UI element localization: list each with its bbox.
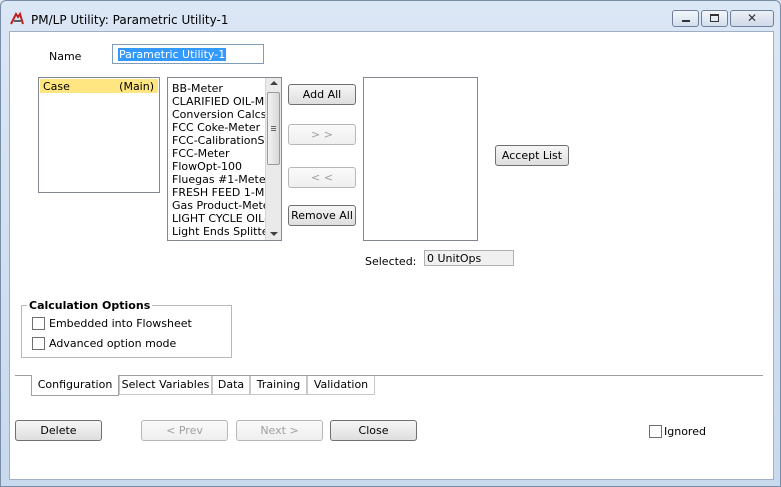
tab-select-variables-label: Select Variables [121,378,210,391]
case-label: Case [43,80,70,93]
tab-training-label: Training [256,378,301,391]
next-button[interactable]: Next > [236,420,323,441]
available-list-item[interactable]: Light Ends Splitter [168,225,265,238]
case-list-item-main[interactable]: Case (Main) [40,79,158,93]
case-list[interactable]: Case (Main) [38,77,160,193]
ignored-label: Ignored [664,425,706,438]
minimize-button[interactable] [672,10,699,27]
app-logo-icon [9,11,25,25]
available-list-item[interactable]: CLARIFIED OIL-Meter [168,95,265,108]
window-title: PM/LP Utility: Parametric Utility-1 [31,13,229,27]
accept-list-button[interactable]: Accept List [495,145,569,166]
close-button[interactable]: Close [330,420,417,441]
calculation-options-group [21,305,232,358]
close-window-button[interactable]: ✕ [730,10,774,27]
tab-configuration-label: Configuration [37,378,113,391]
add-all-button[interactable]: Add All [288,84,356,105]
title-bar[interactable]: PM/LP Utility: Parametric Utility-1 ✕ [1,1,780,31]
selected-unitops-list[interactable] [363,77,478,241]
embedded-checkbox[interactable] [32,317,45,330]
tab-data[interactable]: Data [212,376,250,395]
selected-count-field: 0 UnitOps [424,250,514,266]
selected-label: Selected: [365,255,417,268]
embedded-label: Embedded into Flowsheet [49,317,192,330]
tab-select-variables[interactable]: Select Variables [119,376,212,395]
remove-selected-button[interactable]: < < [288,167,356,188]
tab-validation[interactable]: Validation [307,376,375,395]
restore-button[interactable] [701,10,728,27]
prev-button[interactable]: < Prev [141,420,228,441]
available-list-item[interactable]: FCC-CalibrationStatus [168,134,265,147]
client-area: Name Parametric Utility-1 Case (Main) BB… [9,31,774,480]
available-list-item[interactable]: Gas Product-Meter [168,199,265,212]
available-unitops-list[interactable]: BB-MeterCLARIFIED OIL-MeterConversion Ca… [167,77,282,241]
remove-all-button[interactable]: Remove All [288,205,356,226]
add-selected-button[interactable]: > > [288,124,356,145]
utility-window: PM/LP Utility: Parametric Utility-1 ✕ Na… [0,0,781,487]
selected-count-value: 0 UnitOps [427,252,482,265]
tab-data-label: Data [217,378,245,391]
case-value: (Main) [119,80,154,93]
advanced-mode-checkbox[interactable] [32,337,45,350]
delete-button[interactable]: Delete [15,420,102,441]
available-list-item[interactable]: FCC Coke-Meter [168,121,265,134]
close-icon: ✕ [747,11,758,25]
calculation-options-title: Calculation Options [27,299,153,312]
tab-configuration[interactable]: Configuration [31,375,119,396]
name-label: Name [49,50,82,63]
available-list-item[interactable]: FCC-Meter [168,147,265,160]
available-list-item[interactable]: Main Fractionator [168,238,265,240]
available-list-scrollbar[interactable] [265,78,281,240]
available-list-item[interactable]: LIGHT CYCLE OIL-Meter [168,212,265,225]
available-list-item[interactable]: Conversion Calcs [168,108,265,121]
restore-icon [710,14,719,22]
minimize-icon [682,20,690,22]
available-list-item[interactable]: FlowOpt-100 [168,160,265,173]
available-list-item[interactable]: FRESH FEED 1-Meter [168,186,265,199]
tab-training[interactable]: Training [250,376,307,395]
ignored-checkbox[interactable] [649,425,662,438]
available-list-item[interactable]: BB-Meter [168,82,265,95]
available-list-item[interactable]: Fluegas #1-Meter [168,173,265,186]
scrollbar-thumb[interactable] [267,92,280,165]
name-input[interactable]: Parametric Utility-1 [112,44,264,64]
tab-validation-label: Validation [313,378,369,391]
scroll-up-icon[interactable] [270,81,278,85]
available-items-container: BB-MeterCLARIFIED OIL-MeterConversion Ca… [168,82,265,240]
advanced-mode-label: Advanced option mode [49,337,177,350]
scroll-down-icon[interactable] [270,232,278,236]
name-input-value: Parametric Utility-1 [118,48,227,61]
